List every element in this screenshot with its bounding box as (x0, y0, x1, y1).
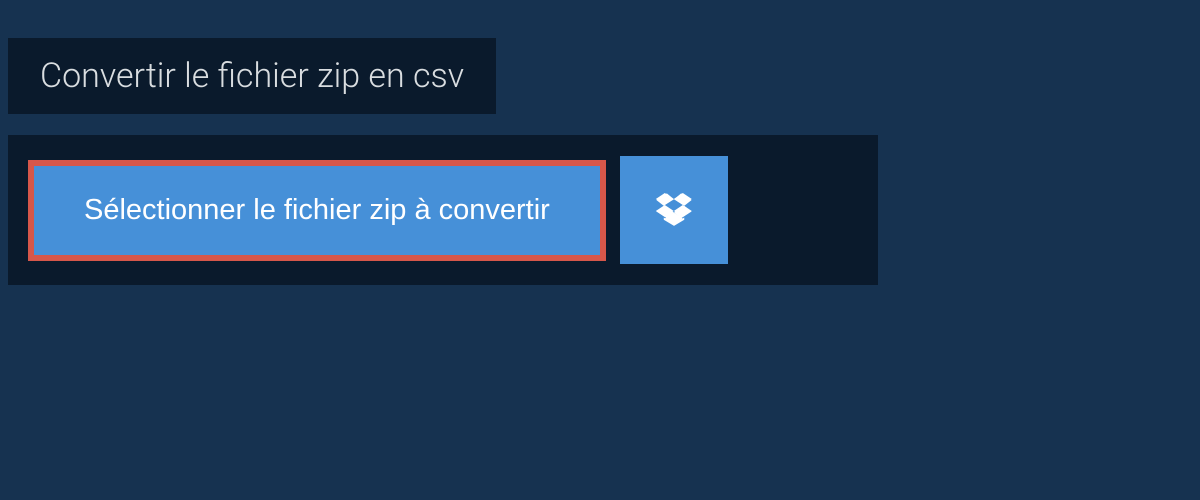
main-container: Convertir le fichier zip en csv Sélectio… (0, 0, 1200, 500)
select-file-button[interactable]: Sélectionner le fichier zip à convertir (34, 166, 600, 255)
select-button-highlight: Sélectionner le fichier zip à convertir (28, 160, 606, 261)
page-title: Convertir le fichier zip en csv (8, 38, 496, 114)
dropbox-button[interactable] (620, 156, 728, 264)
upload-panel: Sélectionner le fichier zip à convertir (8, 135, 878, 285)
dropbox-icon (654, 190, 694, 230)
